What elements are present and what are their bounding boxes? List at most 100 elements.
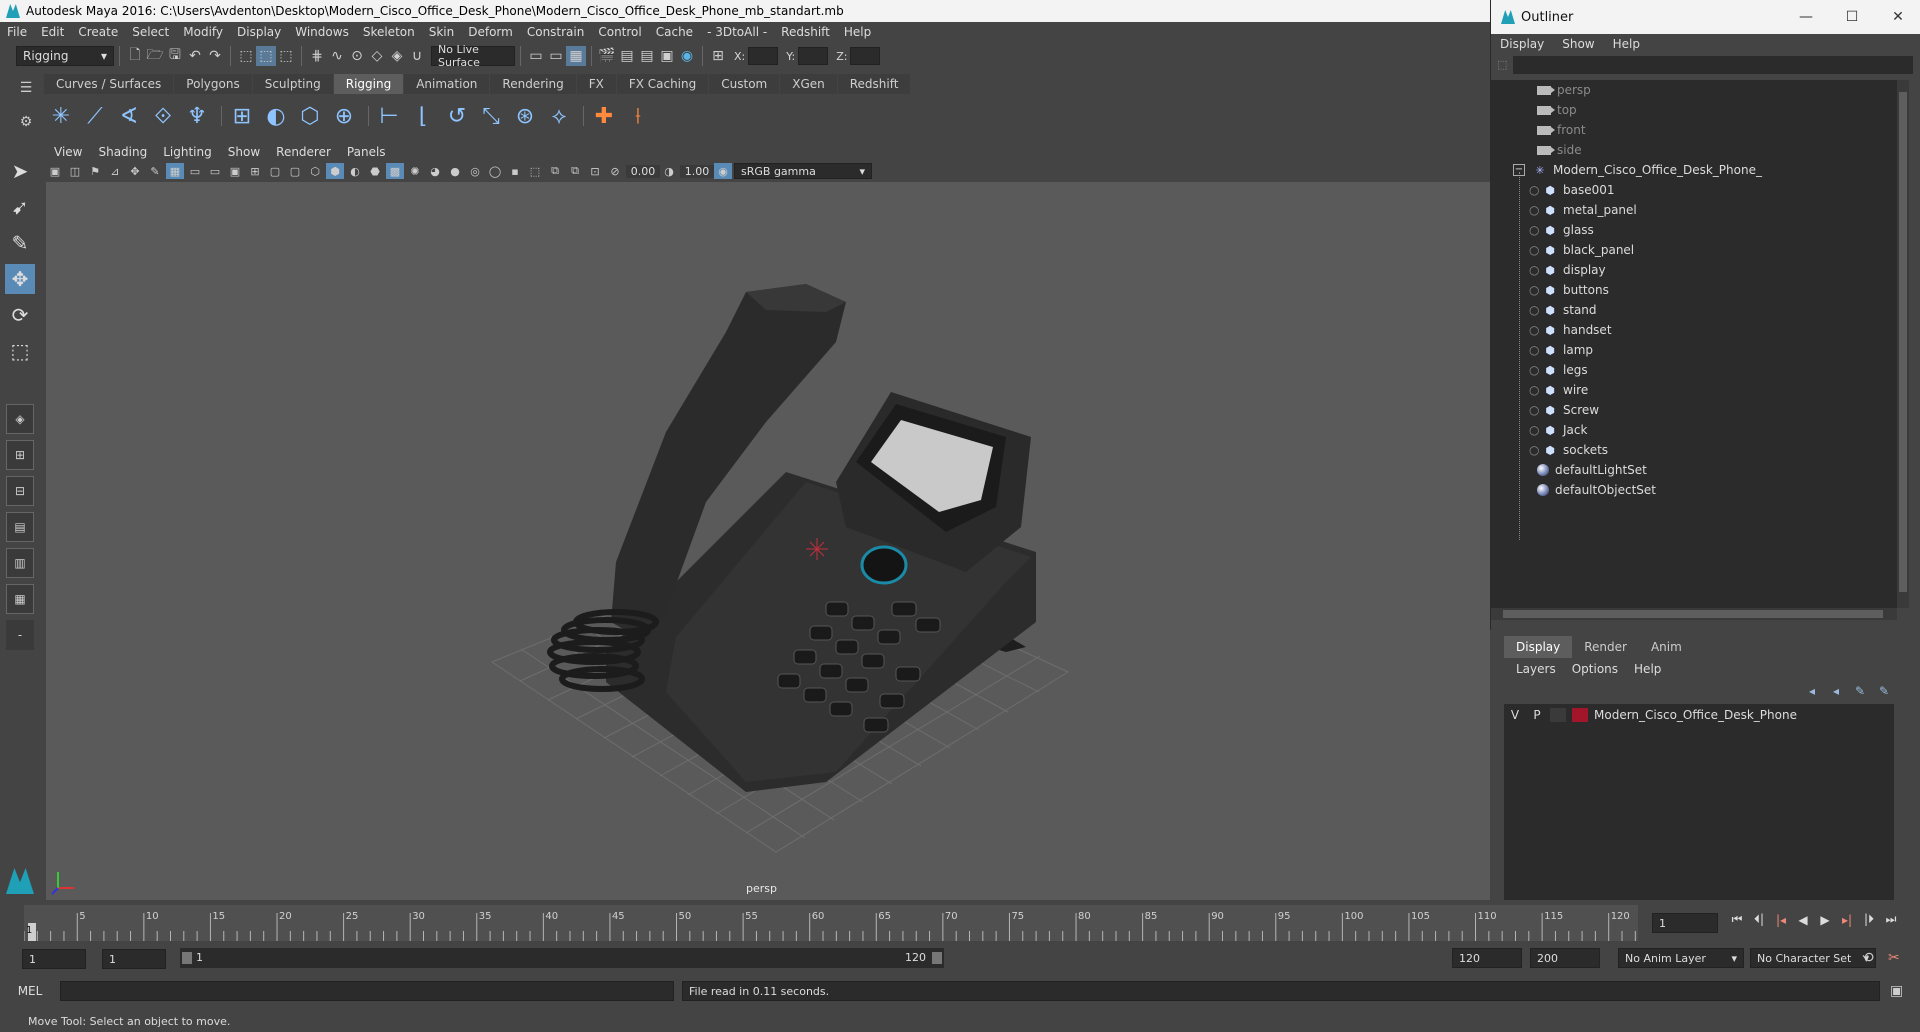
resolution-gate-icon[interactable]: ▭ [206, 163, 224, 179]
safe-title-icon[interactable]: ▢ [286, 163, 304, 179]
bind-skin-icon[interactable]: ⊞ [227, 101, 257, 131]
layer-menu-layers[interactable]: Layers [1508, 662, 1564, 680]
magnet-icon[interactable]: ∪ [407, 46, 427, 66]
outliner-item-sockets[interactable]: ○ ⬢ sockets [1491, 440, 1897, 460]
more-layouts-icon[interactable]: - [6, 620, 34, 650]
outliner-item-wire[interactable]: ○ ⬢ wire [1491, 380, 1897, 400]
outliner-item-black-panel[interactable]: ○ ⬢ black_panel [1491, 240, 1897, 260]
wireframe-on-shaded-icon[interactable]: ⬣ [366, 163, 384, 179]
smooth-shade-icon[interactable]: ⬢ [326, 163, 344, 179]
step-back-frame-icon[interactable]: |◂ [1770, 913, 1792, 927]
ambient-occlusion-icon[interactable]: ● [446, 163, 464, 179]
depth-of-field-icon[interactable]: ▪ [506, 163, 524, 179]
anti-aliasing-icon[interactable]: ◯ [486, 163, 504, 179]
exposure-icon[interactable]: ⊘ [606, 163, 624, 179]
hypershade-layout-icon[interactable]: ▦ [6, 584, 34, 614]
live-surface-field[interactable]: No Live Surface [431, 43, 515, 69]
menu-cache[interactable]: Cache [649, 25, 700, 39]
outliner-item-group[interactable]: − ✳ Modern_Cisco_Office_Desk_Phone_ [1491, 160, 1897, 180]
camera-attributes-icon[interactable]: ◫ [66, 163, 84, 179]
shadows-icon[interactable]: ◕ [426, 163, 444, 179]
go-to-end-icon[interactable]: ⏭ [1880, 912, 1902, 927]
viewport-menu-view[interactable]: View [46, 145, 90, 159]
pole-vector-icon[interactable]: ⟡ [544, 101, 574, 131]
single-pane-layout-icon[interactable]: ◈ [6, 404, 34, 434]
close-icon[interactable]: ✕ [1875, 9, 1920, 25]
go-to-start-icon[interactable]: ⏮ [1726, 912, 1748, 927]
paint-select-icon[interactable]: ✎ [5, 228, 35, 258]
xray-icon[interactable]: ⧉ [546, 163, 564, 179]
viewport-menu-renderer[interactable]: Renderer [268, 145, 339, 159]
play-backwards-icon[interactable]: ◀ [1792, 913, 1814, 927]
textured-icon[interactable]: ▩ [386, 163, 404, 179]
shelf-menu-icon[interactable]: ☰ [16, 80, 36, 96]
tab-rendering[interactable]: Rendering [490, 74, 576, 94]
outliner-item-screw[interactable]: ○ ⬢ Screw [1491, 400, 1897, 420]
isolate-select-icon[interactable]: ⬚ [526, 163, 544, 179]
2d-pan-icon[interactable]: ✥ [126, 163, 144, 179]
wireframe-icon[interactable]: ⬡ [306, 163, 324, 179]
menu-file[interactable]: File [0, 25, 34, 39]
outliner-item-front[interactable]: front [1491, 120, 1897, 140]
snap-grid-icon[interactable]: ⋕ [307, 46, 327, 66]
paint-weights-icon[interactable]: ◐ [261, 101, 291, 131]
scale-tool-icon[interactable]: ⬚ [5, 336, 35, 366]
new-layer-icon[interactable]: ✎ [1848, 684, 1872, 698]
aim-constraint-icon[interactable]: ⊛ [510, 101, 540, 131]
menu-skeleton[interactable]: Skeleton [356, 25, 422, 39]
outliner-menu-help[interactable]: Help [1604, 37, 1649, 51]
outliner-horizontal-scrollbar[interactable] [1491, 608, 1897, 620]
motion-blur-icon[interactable]: ◎ [466, 163, 484, 179]
ik-handle-icon[interactable]: ⟐ [148, 101, 178, 131]
auto-key-icon[interactable]: ⟲ [1862, 950, 1874, 966]
select-component-icon[interactable]: ⬚ [276, 46, 296, 66]
four-pane-layout-icon[interactable]: ⊞ [6, 440, 34, 470]
anim-layer-dropdown[interactable]: No Anim Layer ▾ [1618, 948, 1744, 968]
snap-view-plane-icon[interactable]: ◇ [367, 46, 387, 66]
insert-joint-icon[interactable]: ⟋ [80, 101, 110, 131]
outliner-item-lamp[interactable]: ○ ⬢ lamp [1491, 340, 1897, 360]
tab-polygons[interactable]: Polygons [174, 74, 252, 94]
select-tool-icon[interactable]: ➤ [5, 156, 35, 186]
render-current-icon[interactable]: ▤ [617, 46, 637, 66]
move-layer-up-icon[interactable]: ◂ [1800, 684, 1824, 698]
ik-spline-icon[interactable]: ⟊ [623, 101, 653, 131]
cluster-icon[interactable]: ⊕ [329, 101, 359, 131]
layer-menu-options[interactable]: Options [1564, 662, 1626, 680]
script-editor-icon[interactable]: ▣ [1890, 983, 1903, 999]
outliner-item-default-light-set[interactable]: defaultLightSet [1491, 460, 1897, 480]
snap-point-icon[interactable]: ⊙ [347, 46, 367, 66]
color-space-dropdown[interactable]: sRGB gamma ▾ [734, 163, 872, 179]
point-constraint-icon[interactable]: ⌊ [408, 101, 438, 131]
outliner-layout-icon[interactable]: ▤ [6, 512, 34, 542]
start-time-field[interactable]: 1 [22, 949, 86, 969]
gamma-icon[interactable]: ◑ [660, 163, 678, 179]
viewport-menu-shading[interactable]: Shading [90, 145, 155, 159]
layer-playback-toggle[interactable]: P [1526, 708, 1548, 722]
bookmark-icon[interactable]: ⚑ [86, 163, 104, 179]
layer-visibility-toggle[interactable]: V [1504, 708, 1526, 722]
viewport-menu-show[interactable]: Show [220, 145, 268, 159]
tab-fx[interactable]: FX [576, 74, 616, 94]
z-field[interactable] [850, 47, 881, 65]
open-scene-icon[interactable]: 🗁 [145, 46, 165, 66]
menu-edit[interactable]: Edit [34, 25, 71, 39]
transform-mode-icon[interactable]: ⊞ [708, 46, 728, 66]
parent-constraint-icon[interactable]: ⊢ [374, 101, 404, 131]
outliner-item-buttons[interactable]: ○ ⬢ buttons [1491, 280, 1897, 300]
render-view-icon[interactable]: 🎬 [597, 46, 617, 66]
locator-icon[interactable]: ✚ [589, 101, 619, 131]
tab-custom[interactable]: Custom [709, 74, 780, 94]
field-chart-icon[interactable]: ⊞ [246, 163, 264, 179]
camera-select-icon[interactable]: ▣ [46, 163, 64, 179]
viewport-persp[interactable]: persp [46, 182, 1490, 900]
tab-redshift[interactable]: Redshift [837, 74, 911, 94]
outliner-item-handset[interactable]: ○ ⬢ handset [1491, 320, 1897, 340]
output-ops-icon[interactable]: ▭ [546, 46, 566, 66]
step-back-key-icon[interactable]: ⏴| [1748, 912, 1770, 927]
grid-icon[interactable]: ▦ [166, 163, 184, 179]
end-time-field[interactable]: 200 [1530, 948, 1600, 968]
joint-tool-icon[interactable]: ✳ [46, 101, 76, 131]
select-object-icon[interactable]: ⬚ [256, 46, 276, 66]
snap-live-icon[interactable]: ◈ [387, 46, 407, 66]
